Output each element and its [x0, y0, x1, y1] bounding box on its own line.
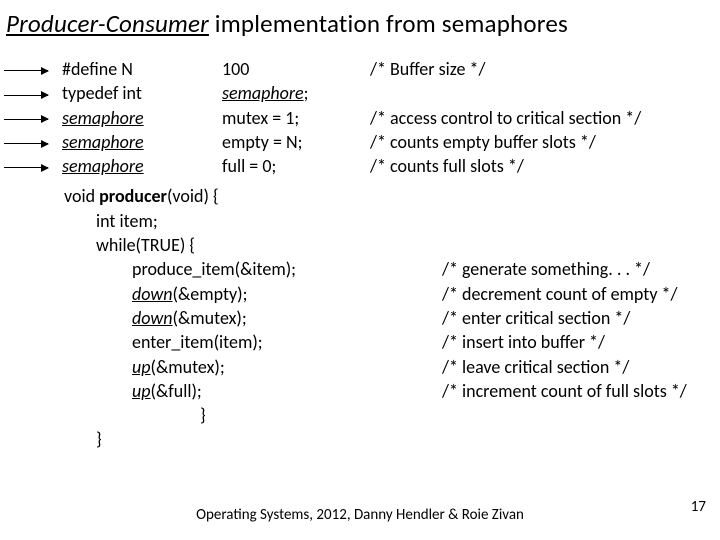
code-comment: /* insert into buffer */	[442, 330, 605, 354]
code-line: produce_item(&item); /* generate somethi…	[0, 257, 720, 281]
code-line: down(&empty); /* decrement count of empt…	[0, 282, 720, 306]
code-line: while(TRUE) {	[0, 233, 720, 257]
decl-col2: mutex = 1;	[222, 106, 370, 130]
decl-col2: 100	[222, 57, 370, 81]
code-comment: /* increment count of full slots */	[442, 379, 687, 403]
arrow-icon	[0, 130, 62, 154]
semaphore-type: semaphore	[222, 82, 304, 104]
close-brace: }	[0, 403, 720, 427]
code-line: enter_item(item); /* insert into buffer …	[0, 330, 720, 354]
decl-col1: #define N	[62, 57, 222, 81]
code-line: up(&mutex); /* leave critical section */	[0, 355, 720, 379]
code-comment: /* generate something. . . */	[442, 257, 650, 281]
decl-comment: /* access control to critical section */	[370, 106, 720, 130]
slide-content: #define N 100 /* Buffer size */ typedef …	[0, 39, 720, 452]
semaphore-type: semaphore	[62, 155, 144, 177]
decl-col1: semaphore	[62, 106, 222, 130]
code-line: up(&full); /* increment count of full sl…	[0, 379, 720, 403]
decl-row: semaphore empty = N; /* counts empty buf…	[0, 130, 720, 154]
code-comment: /* enter critical section */	[442, 306, 630, 330]
decl-col2: semaphore;	[222, 81, 370, 105]
decl-row: semaphore mutex = 1; /* access control t…	[0, 106, 720, 130]
decl-row: #define N 100 /* Buffer size */	[0, 57, 720, 81]
page-number: 17	[691, 498, 706, 516]
semaphore-type: semaphore	[62, 131, 144, 153]
title-rest: implementation from semaphores	[209, 8, 568, 39]
semop: up	[132, 380, 151, 402]
decl-comment: /* counts empty buffer slots */	[370, 130, 720, 154]
semop: up	[132, 356, 151, 378]
decl-col1: semaphore	[62, 130, 222, 154]
semaphore-type: semaphore	[62, 107, 144, 129]
decl-comment: /* Buffer size */	[370, 57, 720, 81]
code-line: int item;	[0, 209, 720, 233]
arrow-icon	[0, 81, 62, 105]
close-brace: }	[0, 427, 720, 451]
decl-col2: full = 0;	[222, 154, 370, 178]
arrow-icon	[0, 154, 62, 178]
decl-col1: semaphore	[62, 154, 222, 178]
decl-row: typedef int semaphore;	[0, 81, 720, 105]
arrow-icon	[0, 57, 62, 81]
decl-comment: /* counts full slots */	[370, 154, 720, 178]
title-emphasis: Producer-Consumer	[6, 8, 209, 39]
arrow-icon	[0, 106, 62, 130]
semop: down	[132, 307, 173, 329]
decl-row: semaphore full = 0; /* counts full slots…	[0, 154, 720, 178]
code-comment: /* decrement count of empty */	[442, 282, 677, 306]
slide-footer: Operating Systems, 2012, Danny Hendler &…	[0, 506, 720, 524]
decl-col1: typedef int	[62, 81, 222, 105]
code-comment: /* leave critical section */	[442, 355, 629, 379]
code-line: down(&mutex); /* enter critical section …	[0, 306, 720, 330]
decl-col2: empty = N;	[222, 130, 370, 154]
func-signature: void producer(void) {	[0, 184, 720, 208]
semop: down	[132, 283, 173, 305]
func-name: producer	[99, 185, 167, 207]
slide-title: Producer-Consumer implementation from se…	[0, 0, 720, 39]
